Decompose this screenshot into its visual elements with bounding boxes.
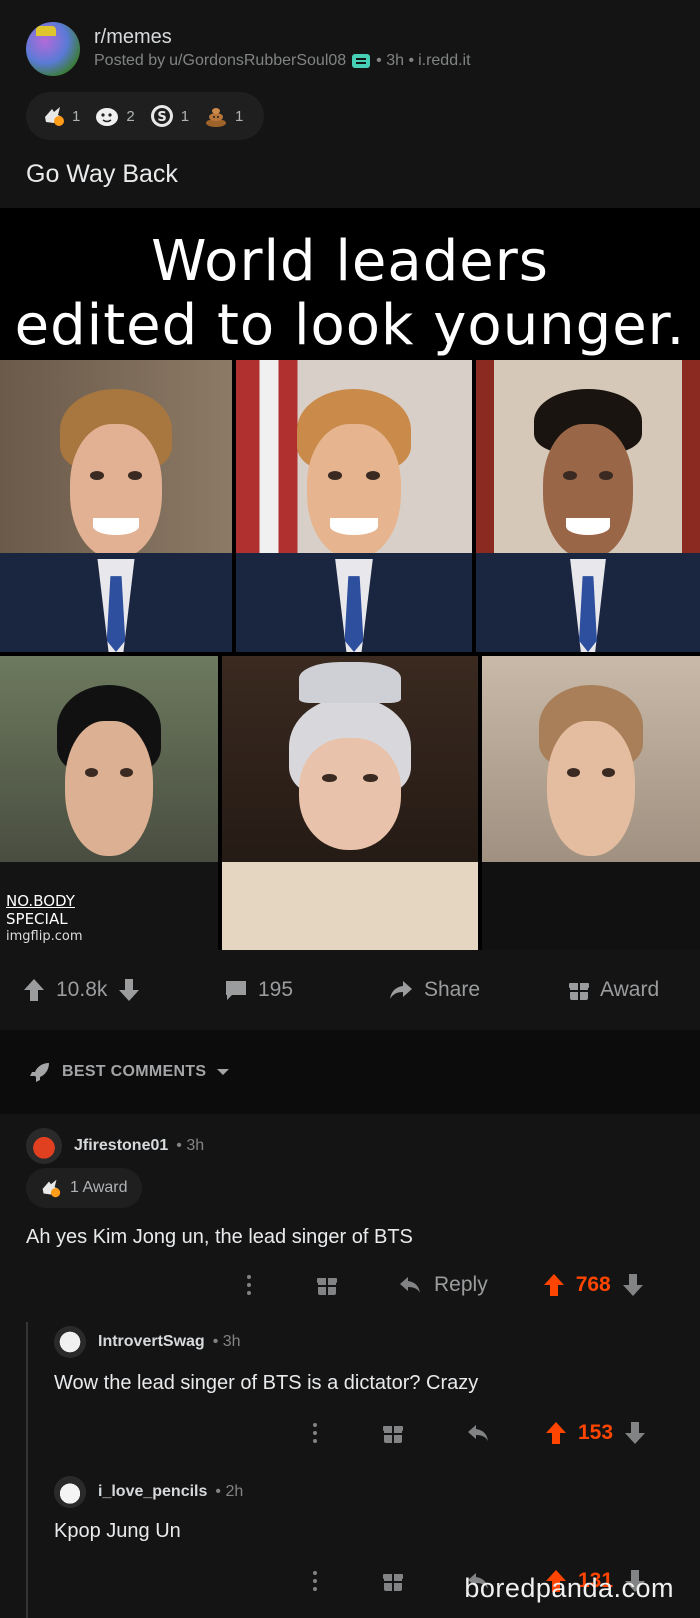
wholesome-award-icon [45,107,64,126]
comment-header: Jfirestone01 • 3h [26,1128,204,1164]
meme-caption: World leaders edited to look younger. [0,230,700,358]
comment-vote: 768 [542,1272,645,1298]
award-wholesome: 1 [40,103,80,129]
comments-button[interactable]: 195 [224,978,293,1002]
wholesome-award-icon [42,1179,61,1198]
subreddit-avatar[interactable] [26,22,80,76]
comment-bubble-icon [226,981,246,1000]
comment-header: IntrovertSwag • 3h [54,1326,241,1358]
upvote-arrow-icon[interactable] [22,977,46,1003]
rocket-icon [30,1063,49,1082]
imgflip-watermark: NO.BODY SPECIAL imgflip.com [6,892,82,946]
comment-body: Wow the lead singer of BTS is a dictator… [54,1372,479,1394]
award-chip-label: 1 Award [70,1179,128,1196]
upvote-arrow-icon[interactable] [542,1272,566,1298]
poop-award-icon [206,108,227,127]
gift-icon [569,983,589,1000]
comment-actions: 153 [310,1420,647,1446]
award-count: 1 [72,107,81,125]
share-button[interactable]: Share [388,978,480,1002]
reply-button[interactable]: Reply [398,1273,488,1297]
photo-young-leader-5 [482,656,700,950]
watermark-line2: SPECIAL [6,910,68,928]
reply-label: Reply [434,1273,488,1296]
hugz-award-icon [96,108,119,126]
chevron-down-icon [217,1069,230,1075]
avatar[interactable] [54,1326,86,1358]
comment-count: 195 [258,978,294,1001]
upvote-arrow-icon[interactable] [544,1420,568,1446]
sort-label: BEST COMMENTS [62,1063,207,1080]
comment-time: • 3h [212,1333,241,1350]
award-silver: S 1 [149,103,189,129]
comment-username[interactable]: Jfirestone01 [74,1137,168,1155]
post-header: r/memes Posted by u/GordonsRubberSoul08 … [26,22,471,76]
post-awards[interactable]: 1 2 S 1 1 [26,92,264,140]
gift-icon[interactable] [316,1273,338,1297]
award-count: 2 [126,107,135,125]
subreddit-name[interactable]: r/memes [94,25,471,49]
more-options-icon[interactable] [310,1421,320,1445]
moderator-shield-icon [352,54,371,68]
comment-time: • 3h [176,1137,205,1154]
comment-1: Jfirestone01 • 3h 1 Award Ah yes Kim Jon… [0,1128,700,1300]
post-domain[interactable]: i.redd.it [418,49,470,73]
comment-body: Kpop Jung Un [54,1520,181,1542]
watermark-line3: imgflip.com [6,929,83,944]
downvote-arrow-icon[interactable] [117,977,141,1003]
comment-body: Ah yes Kim Jong un, the lead singer of B… [26,1226,413,1248]
comment-sort-bar: BEST COMMENTS [0,1030,700,1114]
avatar[interactable] [26,1128,62,1164]
comment-score: 768 [575,1273,611,1296]
reply-arrow-icon[interactable] [466,1423,490,1443]
share-label: Share [424,978,481,1001]
gift-icon[interactable] [382,1569,404,1593]
posted-prefix: Posted by [94,52,166,69]
post-image[interactable]: World leaders edited to look younger. NO… [0,208,700,950]
avatar[interactable] [54,1476,86,1508]
comment-username[interactable]: i_love_pencils [98,1483,207,1501]
post-title[interactable]: Go Way Back [26,160,178,189]
award-count: 1 [180,107,190,125]
silver-coin-icon: S [150,105,173,127]
award-hugz: 2 [94,103,135,129]
vote-controls: 10.8k [22,977,141,1003]
photo-young-leader-2 [236,360,472,652]
photo-young-leader-1 [0,360,232,652]
photo-young-leader-4: NO.BODY SPECIAL imgflip.com [0,656,218,950]
comment-header: i_love_pencils • 2h [54,1476,243,1508]
post-score: 10.8k [56,978,108,1001]
award-count: 1 [235,107,244,125]
comment-time: • 2h [215,1483,244,1500]
gift-icon[interactable] [382,1421,404,1445]
svg-text:S: S [157,110,166,125]
meme-caption-line1: World leaders [151,229,549,294]
share-arrow-icon [390,981,412,999]
award-label: Award [600,978,660,1001]
comment-actions: Reply 768 [244,1272,645,1298]
photo-young-leader-3 [476,360,700,652]
more-options-icon[interactable] [244,1273,254,1297]
downvote-arrow-icon[interactable] [623,1420,647,1446]
sort-selector[interactable]: BEST COMMENTS [28,1060,230,1084]
comment-vote: 153 [544,1420,647,1446]
award-poop: 1 [203,103,243,129]
post-meta: r/memes Posted by u/GordonsRubberSoul08 … [94,25,471,73]
comment-2: IntrovertSwag • 3h Wow the lead singer o… [0,1326,700,1466]
photo-queen [222,656,478,950]
downvote-arrow-icon[interactable] [621,1272,645,1298]
more-options-icon[interactable] [310,1569,320,1593]
post-time: • 3h • [376,52,415,69]
award-button[interactable]: Award [568,978,659,1002]
post-author[interactable]: u/GordonsRubberSoul08 [169,49,346,73]
boredpanda-watermark: boredpanda.com [464,1573,674,1603]
comment-score: 153 [578,1421,614,1444]
post-action-bar: 10.8k 195 Share Award [0,950,700,1030]
watermark-line1: NO.BODY [6,892,75,910]
comment-username[interactable]: IntrovertSwag [98,1333,205,1351]
meme-caption-line2: edited to look younger. [14,293,686,358]
comment-award-chip[interactable]: 1 Award [26,1168,142,1208]
reply-arrow-icon [400,1277,420,1293]
posted-by-line: Posted by u/GordonsRubberSoul08 • 3h • i… [94,49,471,73]
